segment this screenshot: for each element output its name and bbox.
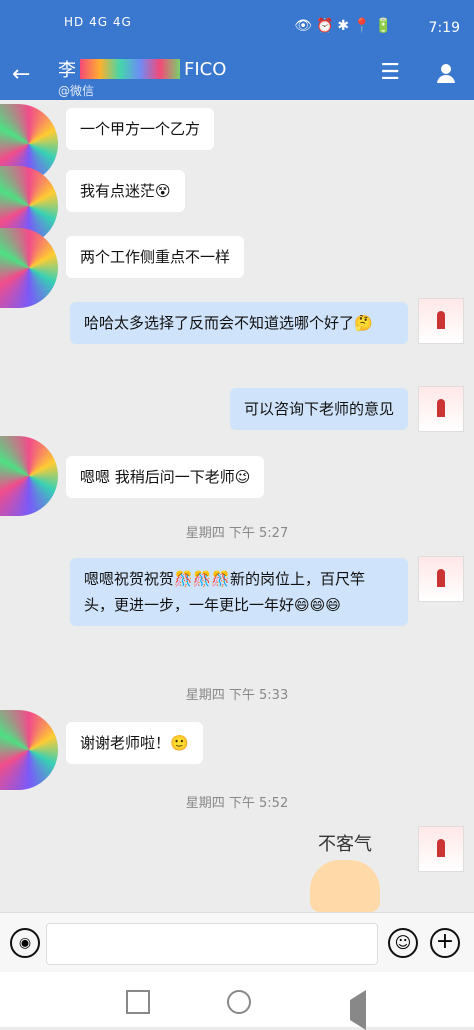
message-bubble[interactable]: 谢谢老师啦！🙂 (66, 722, 203, 764)
message-input[interactable] (46, 923, 378, 965)
sticker-text: 不客气 (318, 834, 372, 855)
contact-name-prefix: 李 (58, 60, 76, 81)
sticker-cat-image (310, 860, 380, 912)
sticker[interactable]: 不客气 (300, 830, 390, 912)
status-bar: HD 4G 4G 👁⏰✱📍🔋 7:19 (0, 0, 474, 52)
recent-apps-icon[interactable] (126, 990, 150, 1014)
message-bubble[interactable]: 可以咨询下老师的意见 (229, 388, 408, 430)
my-avatar[interactable] (418, 556, 464, 602)
contact-subtitle: @微信 (58, 84, 95, 98)
input-bar: ◉ ☺ + (0, 912, 474, 973)
voice-icon[interactable]: ◉ (10, 928, 40, 958)
message-bubble[interactable]: 两个工作侧重点不一样 (66, 236, 245, 278)
message-bubble[interactable]: 一个甲方一个乙方 (66, 108, 215, 150)
user-icon[interactable] (434, 61, 458, 85)
message-bubble[interactable]: 嗯嗯祝贺祝贺🎊🎊🎊新的岗位上，百尺竿头，更进一步，一年更比一年好😄😄😄 (70, 558, 408, 626)
chat-area[interactable]: 一个甲方一个乙方 我有点迷茫😵 两个工作侧重点不一样 哈哈太多选择了反而会不知道… (0, 100, 474, 912)
timestamp: 星期四 下午 5:33 (185, 688, 289, 703)
contact-name: 李 FICO (58, 56, 226, 82)
my-avatar[interactable] (418, 386, 464, 432)
timestamp: 星期四 下午 5:27 (185, 526, 289, 541)
status-time: 7:19 (428, 20, 460, 36)
home-icon[interactable] (227, 990, 251, 1014)
message-bubble[interactable]: 我有点迷茫😵 (66, 170, 185, 212)
back-icon[interactable] (330, 990, 366, 1030)
contact-avatar[interactable] (0, 710, 58, 790)
message-bubble[interactable]: 哈哈太多选择了反而会不知道选哪个好了🤔 (70, 302, 408, 344)
timestamp: 星期四 下午 5:52 (185, 796, 289, 811)
message-bubble[interactable]: 嗯嗯 我稍后问一下老师😉 (66, 456, 265, 498)
chat-header: ← 李 FICO @微信 ☰ (0, 52, 474, 100)
contact-avatar[interactable] (0, 228, 58, 308)
back-arrow-icon[interactable]: ← (12, 62, 30, 87)
contact-avatar[interactable] (0, 436, 58, 516)
menu-icon[interactable]: ☰ (380, 60, 400, 85)
emoji-icon[interactable]: ☺ (388, 928, 418, 958)
status-icons: 👁⏰✱📍🔋 (294, 18, 396, 34)
status-network: HD 4G 4G (64, 15, 132, 29)
my-avatar[interactable] (418, 826, 464, 872)
my-avatar[interactable] (418, 298, 464, 344)
plus-icon[interactable]: + (430, 928, 460, 958)
redacted-mosaic (80, 59, 180, 79)
system-nav-bar (0, 972, 474, 1030)
contact-name-suffix: FICO (184, 58, 227, 80)
